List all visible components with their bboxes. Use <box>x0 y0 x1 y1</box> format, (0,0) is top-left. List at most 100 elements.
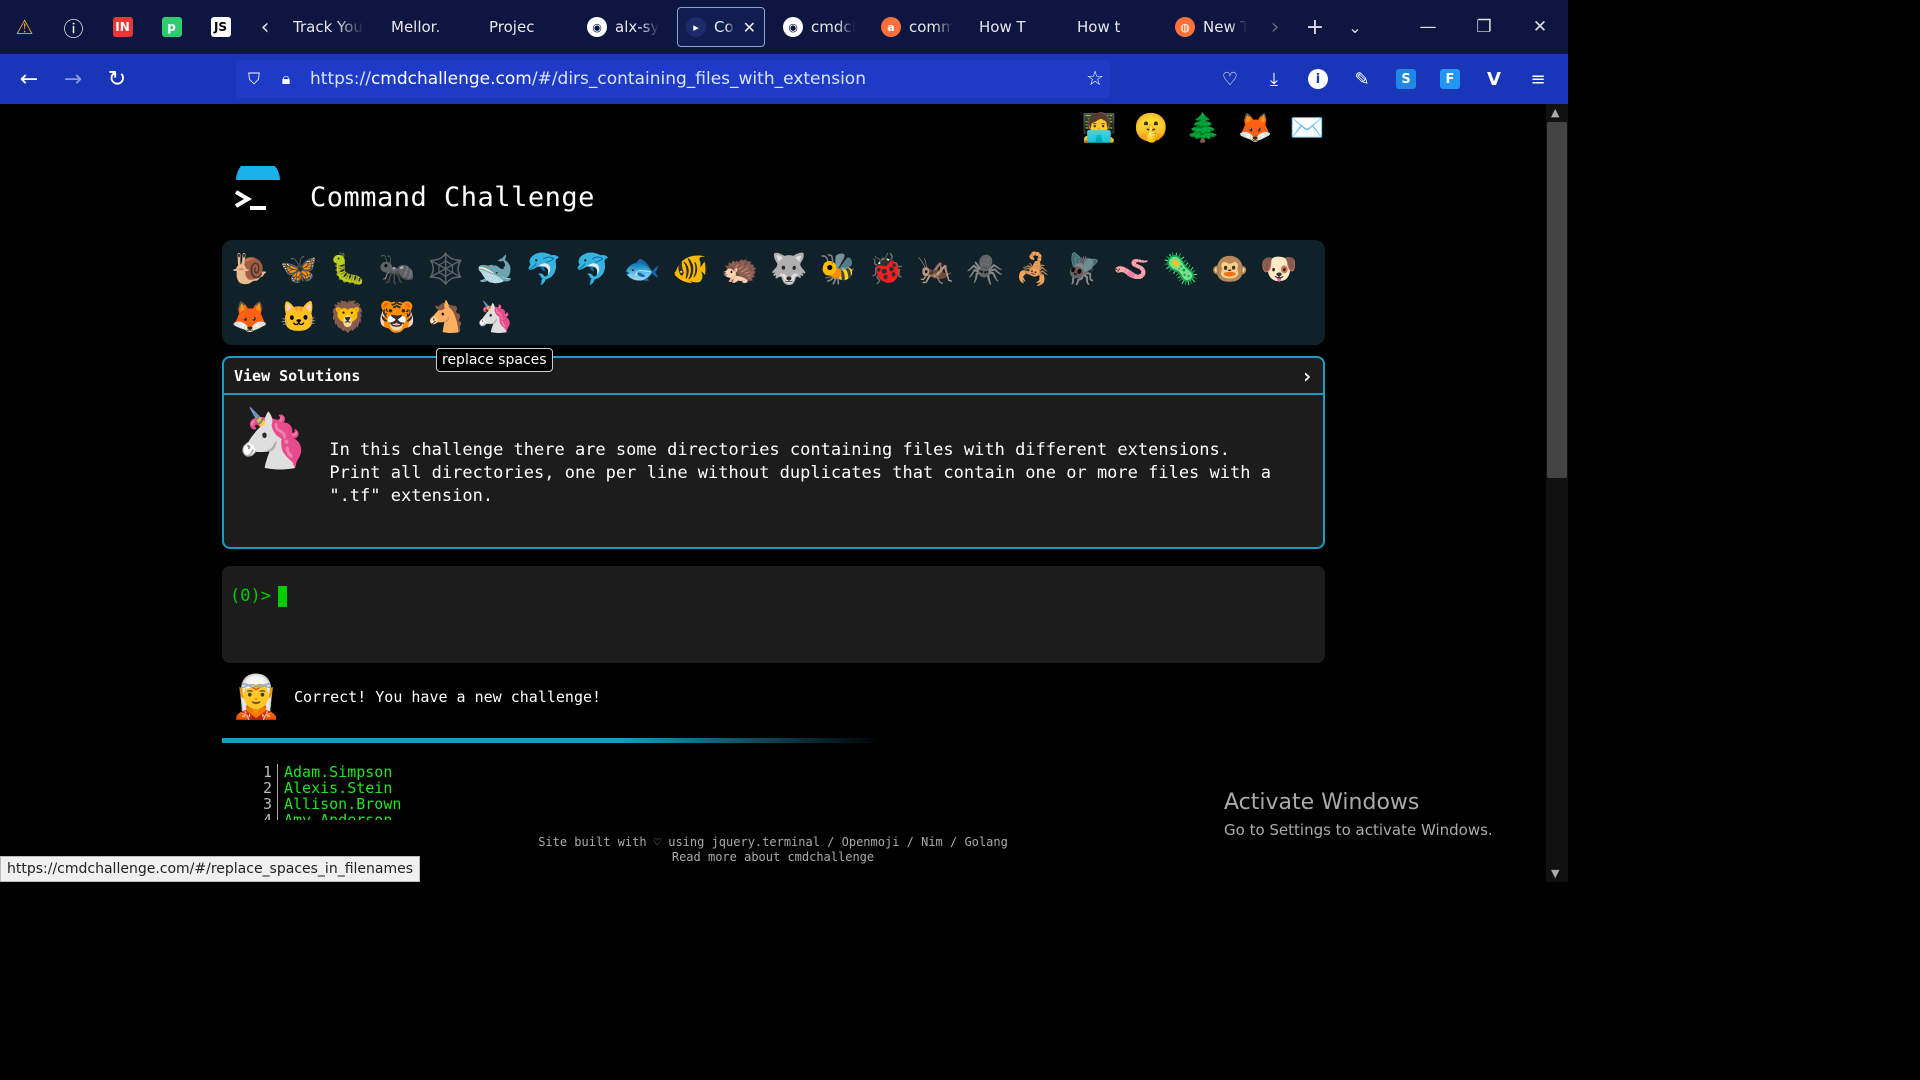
reload-icon: ↻ <box>107 66 127 92</box>
tab-title: alx-sy <box>615 18 659 36</box>
browser-tab[interactable]: Track Your <box>285 7 373 47</box>
arrow-left-icon: ← <box>19 66 39 92</box>
url-bar[interactable]: ⛉ 🔒︎ https://cmdchallenge.com/#/dirs_con… <box>236 60 1110 98</box>
pinned-tab-p[interactable]: p <box>147 0 196 54</box>
chevron-right-icon: › <box>1300 363 1313 388</box>
line-number: 1 <box>262 764 278 780</box>
minimize-button[interactable]: — <box>1400 0 1456 54</box>
challenge-animal-icon[interactable]: 🐌 <box>226 246 274 294</box>
browser-tab[interactable]: ◉ cmdcl <box>775 7 863 47</box>
challenge-animal-icon[interactable]: 🐺 <box>765 246 813 294</box>
challenge-animal-icon[interactable]: 🦔 <box>716 246 764 294</box>
notion-in-icon: IN <box>112 17 133 37</box>
scroll-down-icon[interactable]: ▼ <box>1551 867 1559 880</box>
challenge-animal-icon[interactable]: 🦁 <box>324 294 372 342</box>
bookmark-star-icon[interactable]: ☆ <box>1086 66 1104 90</box>
challenge-animal-icon[interactable]: 🐛 <box>324 246 372 294</box>
browser-tab[interactable]: Mellor. <box>383 7 471 47</box>
pinned-tab-js[interactable]: JS <box>196 0 245 54</box>
reload-button[interactable]: ↻ <box>95 54 139 104</box>
browser-tab[interactable]: ◉ alx-sy <box>579 7 667 47</box>
extension-v-button[interactable]: V <box>1472 54 1516 104</box>
extension-f-button[interactable]: F <box>1428 54 1472 104</box>
browser-tab[interactable]: How T <box>971 7 1059 47</box>
browser-tab[interactable]: How t <box>1069 7 1157 47</box>
scroll-up-icon[interactable]: ▲ <box>1551 106 1559 119</box>
challenge-animal-icon[interactable]: 🐠 <box>667 246 715 294</box>
user-list: 1 Adam.Simpson 2 Alexis.Stein 3 Allison.Brown… <box>262 764 401 820</box>
chevron-down-icon: ⌄ <box>1348 17 1362 37</box>
extension-info-button[interactable]: i <box>1296 54 1340 104</box>
arrow-right-icon: → <box>63 66 83 92</box>
terminal[interactable]: (0)> <box>222 566 1325 663</box>
tree-link[interactable]: 🌲 <box>1184 109 1222 147</box>
challenge-animal-icon[interactable]: 🐱 <box>275 294 323 342</box>
list-all-tabs-button[interactable]: ⌄ <box>1335 0 1375 54</box>
challenge-animal-icon[interactable]: 🕷️ <box>961 246 1009 294</box>
browser-tab[interactable]: ▸ Cor ✕ <box>677 7 765 47</box>
browser-tab[interactable]: Projec <box>481 7 569 47</box>
github-icon: ◉ <box>587 17 607 37</box>
challenge-animal-icon[interactable]: 🐜 <box>373 246 421 294</box>
challenge-animal-icon[interactable]: 🦋 <box>275 246 323 294</box>
new-tab-button[interactable]: + <box>1295 0 1335 54</box>
close-window-button[interactable]: ✕ <box>1512 0 1568 54</box>
challenge-animal-icon[interactable]: 🦗 <box>912 246 960 294</box>
challenge-animal-icon[interactable]: 🪰 <box>1059 246 1107 294</box>
result-text: Correct! You have a new challenge! <box>294 688 602 706</box>
browser-tab[interactable]: a comm <box>873 7 961 47</box>
view-solutions-toggle[interactable]: View Solutions › <box>224 358 1323 395</box>
tab-scroll-left-button[interactable]: ‹ <box>245 0 285 54</box>
challenge-animal-icon[interactable]: 🐬 <box>569 246 617 294</box>
close-tab-icon[interactable]: ✕ <box>743 18 756 37</box>
user-list-item: 1 Adam.Simpson <box>262 764 401 780</box>
challenge-animal-icon[interactable]: 🐬 <box>520 246 568 294</box>
restore-button[interactable]: ❐ <box>1456 0 1512 54</box>
github-icon: ◉ <box>783 17 803 37</box>
challenge-animal-icon[interactable]: 🦊 <box>226 294 274 342</box>
challenge-animal-icon[interactable]: 🦄 <box>471 294 519 342</box>
challenge-animal-icon[interactable]: 🕸️ <box>422 246 470 294</box>
line-number: 2 <box>262 780 278 796</box>
info-icon: ⓘ <box>63 16 84 41</box>
eyedropper-button[interactable]: ✎ <box>1340 54 1384 104</box>
tab-title: Projec <box>489 18 535 36</box>
challenge-animal-icon[interactable]: 🦂 <box>1010 246 1058 294</box>
challenge-panel: View Solutions › 🦄 In this challenge the… <box>222 356 1325 549</box>
browser-tab[interactable]: ◍ New T <box>1167 7 1255 47</box>
challenge-animal-icon[interactable]: 🪱 <box>1108 246 1156 294</box>
challenge-animal-icon[interactable]: 🐴 <box>422 294 470 342</box>
gitlab-link[interactable]: 🦊 <box>1236 109 1274 147</box>
pinned-tab-in[interactable]: IN <box>98 0 147 54</box>
line-number: 4 <box>262 812 278 820</box>
menu-button[interactable]: ≡ <box>1516 54 1560 104</box>
tab-scroll-right-button[interactable]: › <box>1255 0 1295 54</box>
pinned-tab-warning[interactable]: ⚠ <box>0 0 49 54</box>
user-name: Amy.Anderson <box>284 811 393 820</box>
challenge-animal-icon[interactable]: 🦠 <box>1157 246 1205 294</box>
challenge-animal-icon[interactable]: 🐵 <box>1206 246 1254 294</box>
challenge-animal-icon[interactable]: 🐶 <box>1255 246 1303 294</box>
shush-emoji-link[interactable]: 🤫 <box>1132 109 1170 147</box>
lock-icon[interactable]: 🔒︎ <box>272 69 300 89</box>
page-scrollbar[interactable]: ▲ ▼ <box>1546 104 1568 882</box>
challenge-animal-icon[interactable]: 🐟 <box>618 246 666 294</box>
forward-button[interactable]: → <box>51 54 95 104</box>
download-icon: ⤓ <box>1270 68 1278 90</box>
pocket-button[interactable]: ♡ <box>1208 54 1252 104</box>
cmdchallenge-home-link[interactable]: 🧑‍💻 <box>1080 109 1118 147</box>
downloads-button[interactable]: ⤓ <box>1252 54 1296 104</box>
email-link[interactable]: ✉️ <box>1288 109 1326 147</box>
extension-s-button[interactable]: S <box>1384 54 1428 104</box>
challenge-animal-icon[interactable]: 🐯 <box>373 294 421 342</box>
challenge-animal-icon[interactable]: 🐝 <box>814 246 862 294</box>
pinned-tab-info[interactable]: ⓘ <box>49 0 98 54</box>
v-extension-icon: V <box>1487 68 1501 90</box>
shield-icon[interactable]: ⛉ <box>236 69 272 89</box>
back-button[interactable]: ← <box>7 54 51 104</box>
page-content: 🧑‍💻 🤫 🌲 🦊 ✉️ Command Challenge 🐌 🦋 🐛 🐜 🕸️ 🐋 🐬 🐬 🐟 🐠 🦔 🐺… <box>0 104 1546 882</box>
challenge-animal-icon[interactable]: 🐋 <box>471 246 519 294</box>
scrollbar-thumb[interactable] <box>1547 122 1567 478</box>
challenge-animal-icon[interactable]: 🐞 <box>863 246 911 294</box>
url-text[interactable]: https://cmdchallenge.com/#/dirs_containi… <box>310 69 866 89</box>
